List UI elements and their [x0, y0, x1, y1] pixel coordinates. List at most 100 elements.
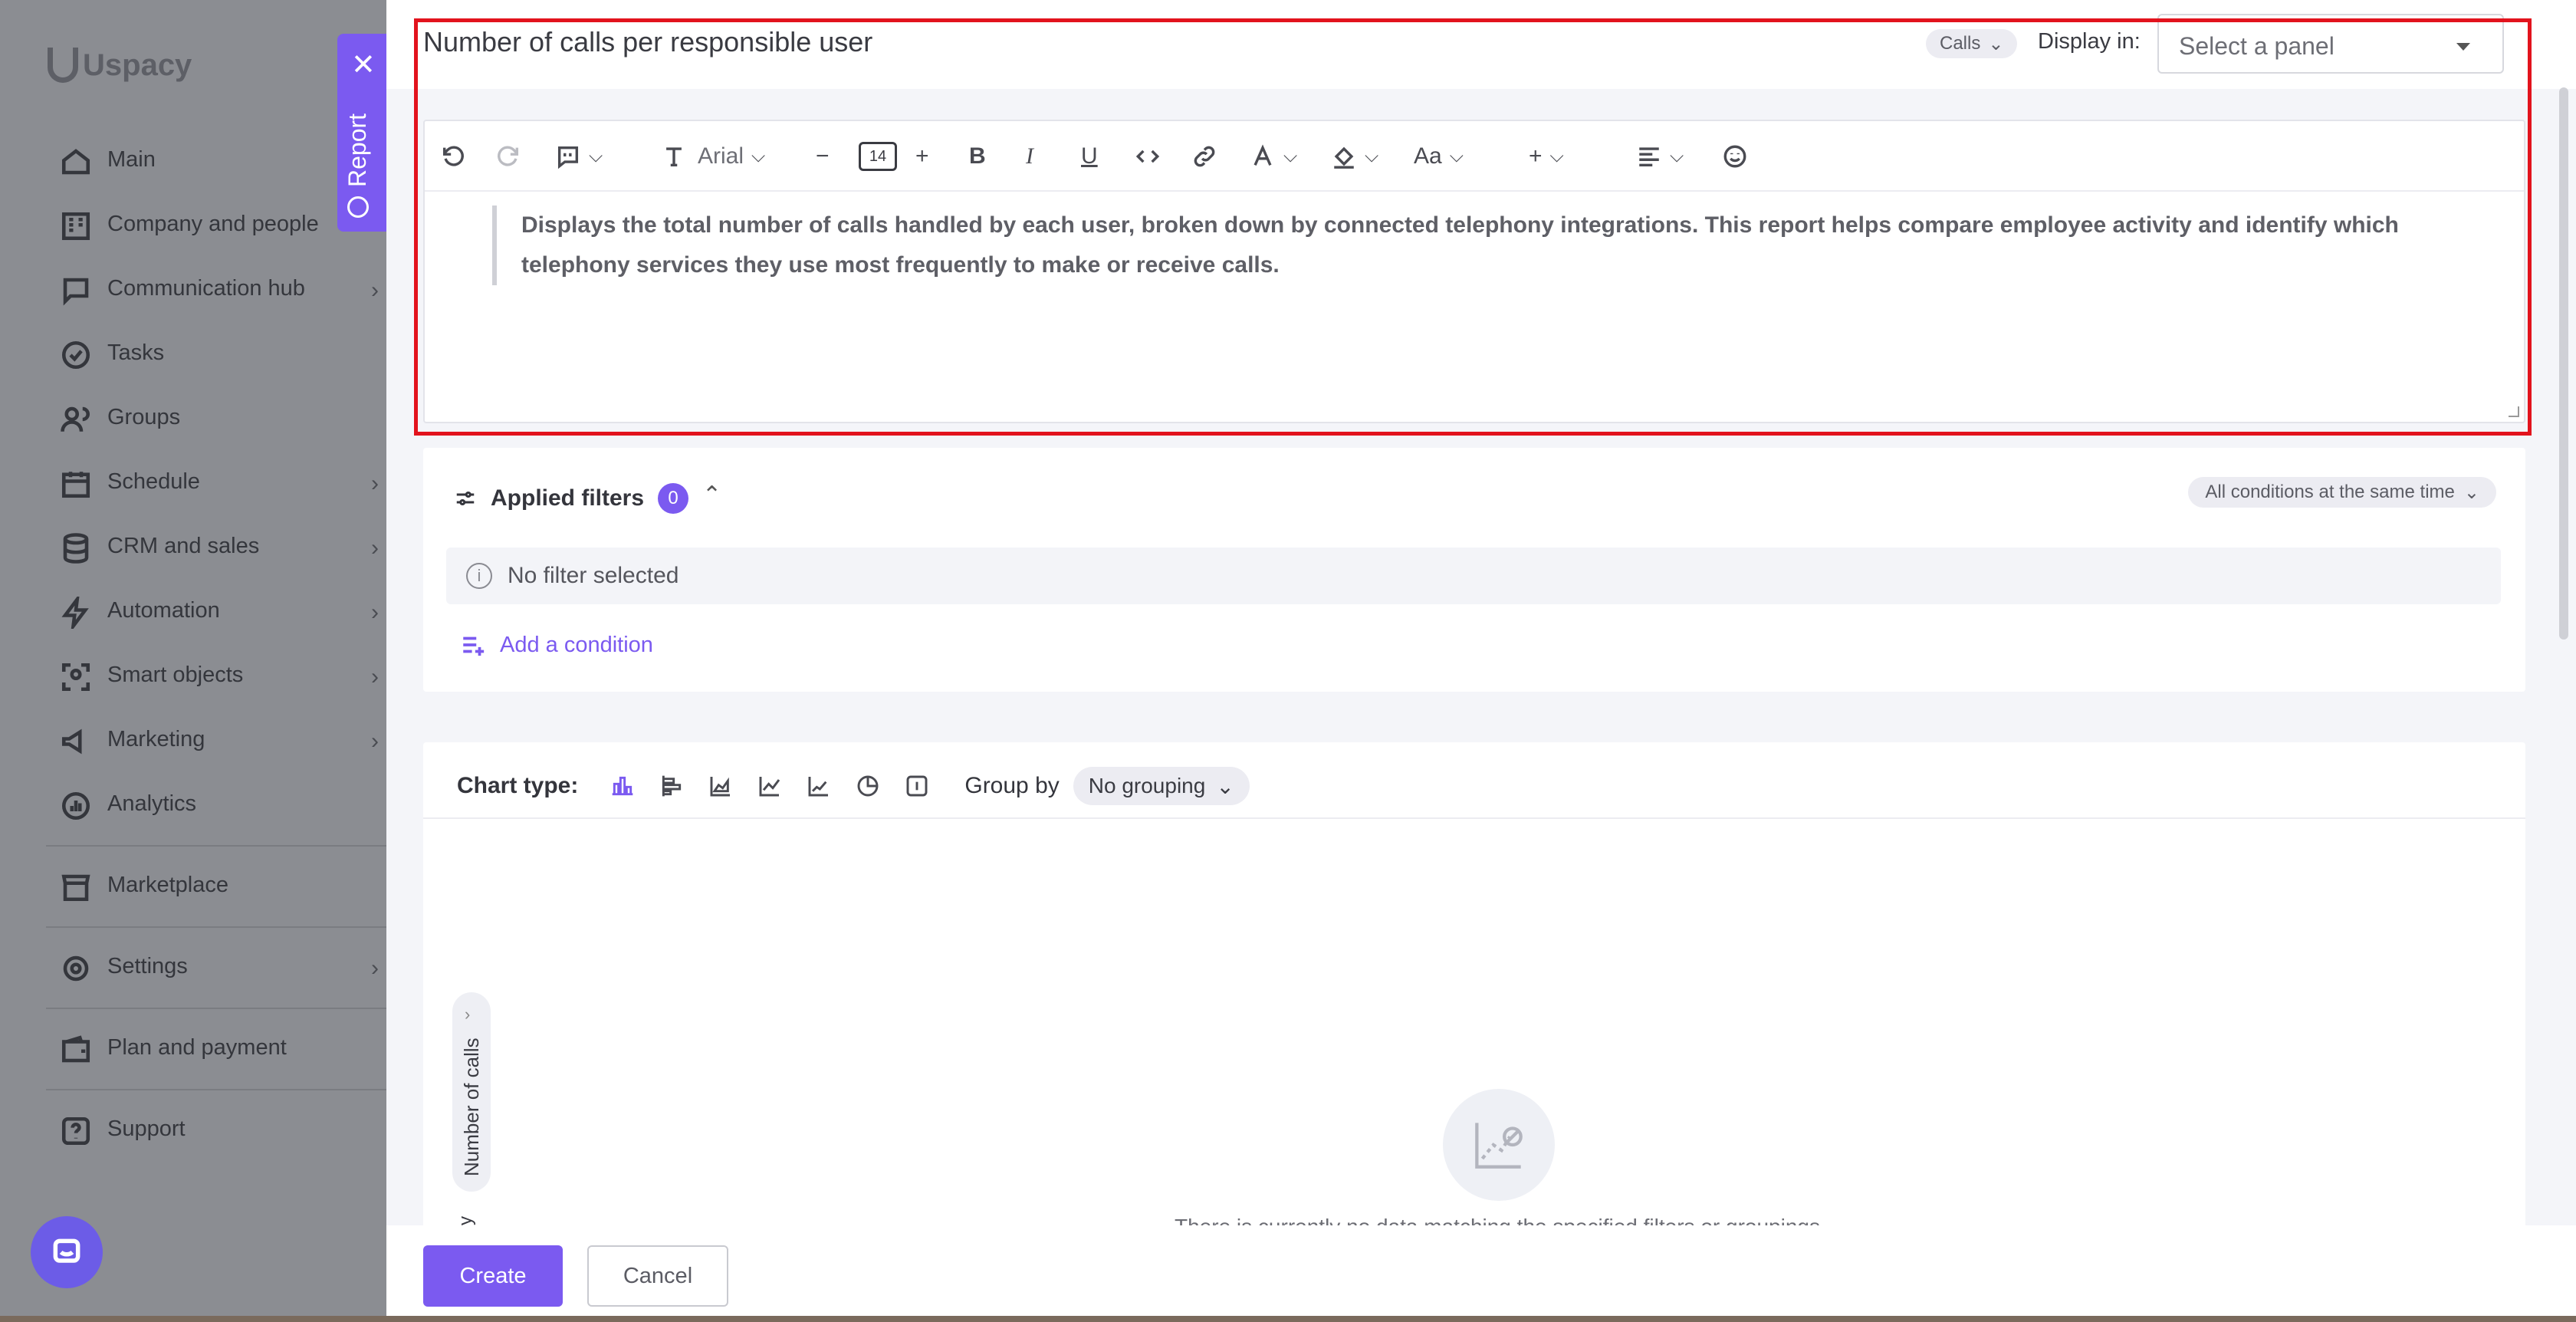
sidebar-item-schedule[interactable]: Schedule ›	[0, 451, 386, 515]
chevron-right-icon: ›	[371, 535, 379, 561]
sidebar-item-label: Marketplace	[107, 873, 228, 897]
sidebar-item-main[interactable]: Main	[0, 129, 386, 193]
panel-select[interactable]: Select a panel	[2157, 14, 2504, 74]
entity-select-pill[interactable]: Calls ⌄	[1926, 29, 2018, 58]
conditions-mode-select[interactable]: All conditions at the same time ⌄	[2188, 477, 2496, 508]
logo[interactable]: Uspacy	[48, 48, 192, 83]
sidebar-item-label: Support	[107, 1116, 186, 1141]
home-icon	[60, 146, 92, 178]
underline-button[interactable]: U	[1081, 140, 1098, 173]
sidebar-item-analytics[interactable]: Analytics	[0, 773, 386, 837]
sidebar-item-support[interactable]: Support	[0, 1098, 386, 1163]
underline-icon: U	[1081, 143, 1098, 169]
chevron-down-icon: ⌵	[589, 146, 603, 166]
chat-widget-button[interactable]	[31, 1216, 103, 1288]
create-button[interactable]: Create	[423, 1245, 563, 1307]
pie-chart-button[interactable]	[843, 765, 892, 807]
chevron-up-icon[interactable]: ⌃	[702, 482, 721, 508]
line-chart-alt-button[interactable]	[794, 765, 843, 807]
scrollbar[interactable]	[2559, 87, 2568, 640]
info-icon: i	[466, 563, 492, 589]
sidebar-item-marketing[interactable]: Marketing ›	[0, 709, 386, 773]
sidebar-item-company-and-people[interactable]: Company and people	[0, 193, 386, 258]
font-size-decrease-button[interactable]: −	[816, 140, 830, 173]
chevron-down-icon: ⌵	[751, 146, 766, 166]
chevron-right-icon: ›	[465, 1005, 471, 1024]
bar-chart-button[interactable]	[647, 765, 696, 807]
sidebar-item-marketplace[interactable]: Marketplace	[0, 854, 386, 919]
no-data-chart-icon	[1475, 1123, 1523, 1169]
sidebar-item-groups[interactable]: Groups	[0, 386, 386, 451]
chevron-right-icon: ›	[371, 955, 379, 981]
cancel-button[interactable]: Cancel	[587, 1245, 728, 1307]
logo-text: Uspacy	[83, 48, 192, 82]
link-button[interactable]	[1191, 140, 1217, 173]
chevron-down-icon: ⌵	[1283, 146, 1298, 166]
group-by-label: Group by	[964, 773, 1060, 798]
divider	[46, 845, 386, 847]
redo-icon	[498, 146, 519, 166]
sidebar-item-label: Communication hub	[107, 276, 305, 301]
smart-objects-icon	[60, 661, 92, 693]
line-chart-button[interactable]	[745, 765, 794, 807]
align-button[interactable]: ⌵	[1636, 140, 1684, 173]
sidebar-item-label: Plan and payment	[107, 1035, 287, 1060]
insert-button[interactable]: + ⌵	[1529, 140, 1564, 173]
emoji-button[interactable]	[1722, 140, 1748, 173]
number-card-icon	[906, 775, 928, 797]
y-axis-selector[interactable]: › Number of calls	[452, 992, 491, 1192]
chevron-right-icon: ›	[371, 728, 379, 754]
check-circle-icon	[60, 339, 92, 371]
text-color-button[interactable]: ⌵	[1250, 140, 1297, 173]
bold-button[interactable]: B	[969, 140, 986, 173]
bold-icon: B	[969, 143, 986, 169]
support-icon	[60, 1115, 92, 1147]
gear-icon	[60, 952, 92, 985]
italic-button[interactable]: I	[1026, 140, 1033, 173]
highlight-color-button[interactable]: ⌵	[1331, 140, 1378, 173]
sidebar-item-automation[interactable]: Automation ›	[0, 580, 386, 644]
area-chart-button[interactable]	[696, 765, 745, 807]
sidebar-item-plan-and-payment[interactable]: Plan and payment	[0, 1017, 386, 1081]
conditions-mode-label: All conditions at the same time	[2205, 482, 2455, 502]
sidebar-item-smart-objects[interactable]: Smart objects ›	[0, 644, 386, 709]
sidebar-item-label: Automation	[107, 598, 220, 623]
sidebar-item-crm-and-sales[interactable]: CRM and sales ›	[0, 515, 386, 580]
font-icon	[666, 147, 682, 167]
sidebar-item-communication-hub[interactable]: Communication hub ›	[0, 258, 386, 322]
report-side-tab[interactable]: ✕ Report	[337, 34, 386, 232]
editor-content[interactable]: Displays the total number of calls handl…	[492, 206, 2470, 285]
code-button[interactable]	[1135, 140, 1161, 173]
resize-handle[interactable]	[2509, 406, 2519, 417]
sidebar-item-tasks[interactable]: Tasks	[0, 322, 386, 386]
line-chart-icon	[759, 777, 780, 797]
empty-chart-icon	[1443, 1089, 1555, 1201]
database-icon	[60, 532, 92, 564]
bottom-edge	[0, 1316, 2576, 1322]
filters-header[interactable]: Applied filters 0	[454, 483, 689, 514]
bar-chart-icon	[662, 775, 682, 797]
close-icon[interactable]: ✕	[351, 51, 376, 80]
font-size-input[interactable]: 14	[859, 140, 897, 173]
sidebar-item-settings[interactable]: Settings ›	[0, 936, 386, 1000]
display-in-label: Display in:	[2038, 29, 2141, 54]
add-condition-label: Add a condition	[500, 632, 653, 657]
report-tab-text: Report	[343, 113, 371, 187]
number-chart-button[interactable]	[892, 765, 941, 807]
blockquote-button[interactable]: ⌵	[555, 140, 603, 173]
column-chart-icon	[613, 776, 633, 796]
text-case-button[interactable]: Aa ⌵	[1414, 140, 1464, 173]
chevron-right-icon: ›	[371, 664, 379, 689]
font-size-increase-button[interactable]: +	[915, 140, 929, 173]
report-title[interactable]: Number of calls per responsible user	[423, 26, 872, 58]
undo-button[interactable]	[440, 140, 466, 173]
font-family-select[interactable]: Arial ⌵	[661, 140, 765, 173]
group-by-select[interactable]: No grouping ⌄	[1073, 767, 1250, 805]
paint-bucket-icon	[1334, 146, 1354, 169]
chevron-right-icon: ›	[371, 471, 379, 496]
column-chart-button[interactable]	[598, 765, 647, 807]
chevron-right-icon: ›	[371, 278, 379, 303]
sidebar-item-label: Schedule	[107, 469, 200, 494]
redo-button[interactable]	[495, 140, 521, 173]
add-condition-button[interactable]: Add a condition	[460, 632, 653, 658]
